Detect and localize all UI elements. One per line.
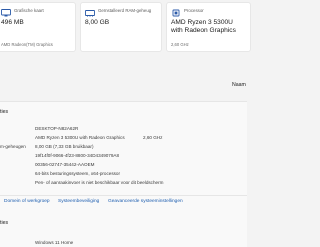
related-links-bar: Domein of werkgroep Systeembeveiliging G… <box>0 195 247 209</box>
spec-processor-speed: 2,60 GHz <box>143 135 163 140</box>
spec-product-id-value: 00356-02747-35442-AAOEM <box>35 162 95 167</box>
display-icon <box>1 9 11 17</box>
graphics-card: Grafische kaart 496 MB AMD Radeon(TM) Gr… <box>0 2 76 52</box>
processor-icon <box>172 9 180 17</box>
spec-system-type-value: 64-bits besturingssysteem, x64-processor <box>35 171 121 176</box>
advanced-system-settings-link[interactable]: Geavanceerde systeeminstellingen <box>108 199 183 204</box>
specs-section-title: ties <box>0 109 9 115</box>
graphics-card-value: 496 MB <box>1 19 24 26</box>
memory-icon <box>85 10 95 17</box>
windows-section-title: ties <box>0 220 9 226</box>
spec-device-id-value: 19f14f0f-9066-4f23-8800-34D4349079A8 <box>35 153 120 158</box>
processor-card-sub: 2,60 GHz <box>171 42 189 47</box>
memory-card: Geïnstalleerd RAM-geheug 8,00 GB <box>80 2 162 52</box>
memory-card-value: 8,00 GB <box>85 19 110 26</box>
system-protection-link[interactable]: Systeembeveiliging <box>58 199 99 204</box>
windows-specifications-panel: ties Windows 11 Home <box>0 208 247 247</box>
device-specifications-panel: ties DESKTOP-N82A62R AMD Ryzen 3 5300U w… <box>0 101 247 198</box>
processor-card-value-line2: with Radeon Graphics <box>171 27 236 34</box>
spec-pen-touch-value: Pen- of aanraakinvoer is niet beschikbaa… <box>35 180 164 185</box>
processor-card-value-line1: AMD Ryzen 3 5300U <box>171 19 233 26</box>
processor-card: Processor AMD Ryzen 3 5300U with Radeon … <box>166 2 251 52</box>
spec-device-name-value: DESKTOP-N82A62R <box>35 126 79 131</box>
spec-cards: Grafische kaart 496 MB AMD Radeon(TM) Gr… <box>0 0 251 58</box>
domain-workgroup-link[interactable]: Domein of werkgroep <box>4 199 50 204</box>
rename-link[interactable]: Naam <box>232 82 246 88</box>
windows-edition-value: Windows 11 Home <box>35 240 74 245</box>
memory-card-label: Geïnstalleerd RAM-geheug <box>98 8 152 13</box>
graphics-card-label: Grafische kaart <box>14 8 44 13</box>
spec-ram-value: 8,00 GB (7,33 GB bruikbaar) <box>35 144 94 149</box>
processor-card-label: Processor <box>184 8 204 13</box>
graphics-card-sub: AMD Radeon(TM) Graphics <box>1 42 53 47</box>
spec-ram-label: m-geheugen <box>0 144 26 149</box>
spec-processor-value: AMD Ryzen 3 5300U with Radeon Graphics <box>35 135 125 140</box>
